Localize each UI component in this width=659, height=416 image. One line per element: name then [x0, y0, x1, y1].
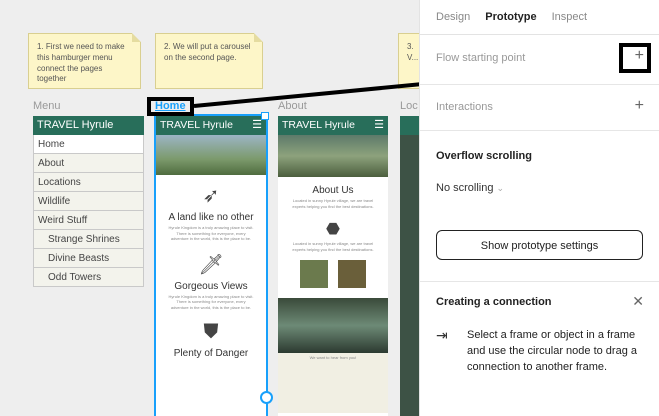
connection-node-icon: ⇥ — [436, 327, 448, 343]
divider — [420, 281, 659, 282]
interactions-label: Interactions — [436, 101, 493, 113]
overflow-scrolling-label: Overflow scrolling — [436, 150, 532, 162]
tab-design[interactable]: Design — [436, 11, 470, 23]
connection-help-text: Select a frame or object in a frame and … — [467, 329, 638, 373]
divider — [420, 130, 659, 131]
close-icon[interactable]: ✕ — [632, 294, 644, 308]
tab-prototype[interactable]: Prototype — [485, 11, 536, 23]
show-prototype-settings-button[interactable]: Show prototype settings — [436, 230, 643, 260]
arrow-shaft — [193, 82, 420, 108]
chevron-down-icon: ⌄ — [496, 183, 505, 193]
overflow-dropdown-value: No scrolling — [436, 182, 494, 194]
properties-panel: Design Prototype Inspect Flow starting p… — [419, 0, 659, 416]
divider — [420, 84, 659, 85]
flow-starting-point-label: Flow starting point — [436, 52, 526, 64]
add-interaction-plus-icon[interactable]: + — [635, 98, 644, 114]
flow-plus-highlight — [619, 43, 651, 73]
annotation-arrow — [193, 82, 420, 108]
connection-title: Creating a connection — [436, 296, 552, 308]
tab-inspect[interactable]: Inspect — [552, 11, 587, 23]
overflow-dropdown[interactable]: No scrolling ⌄ — [436, 182, 644, 194]
panel-tabs: Design Prototype Inspect — [420, 0, 659, 35]
canvas[interactable]: 1. First we need to make this hamburger … — [0, 0, 420, 416]
